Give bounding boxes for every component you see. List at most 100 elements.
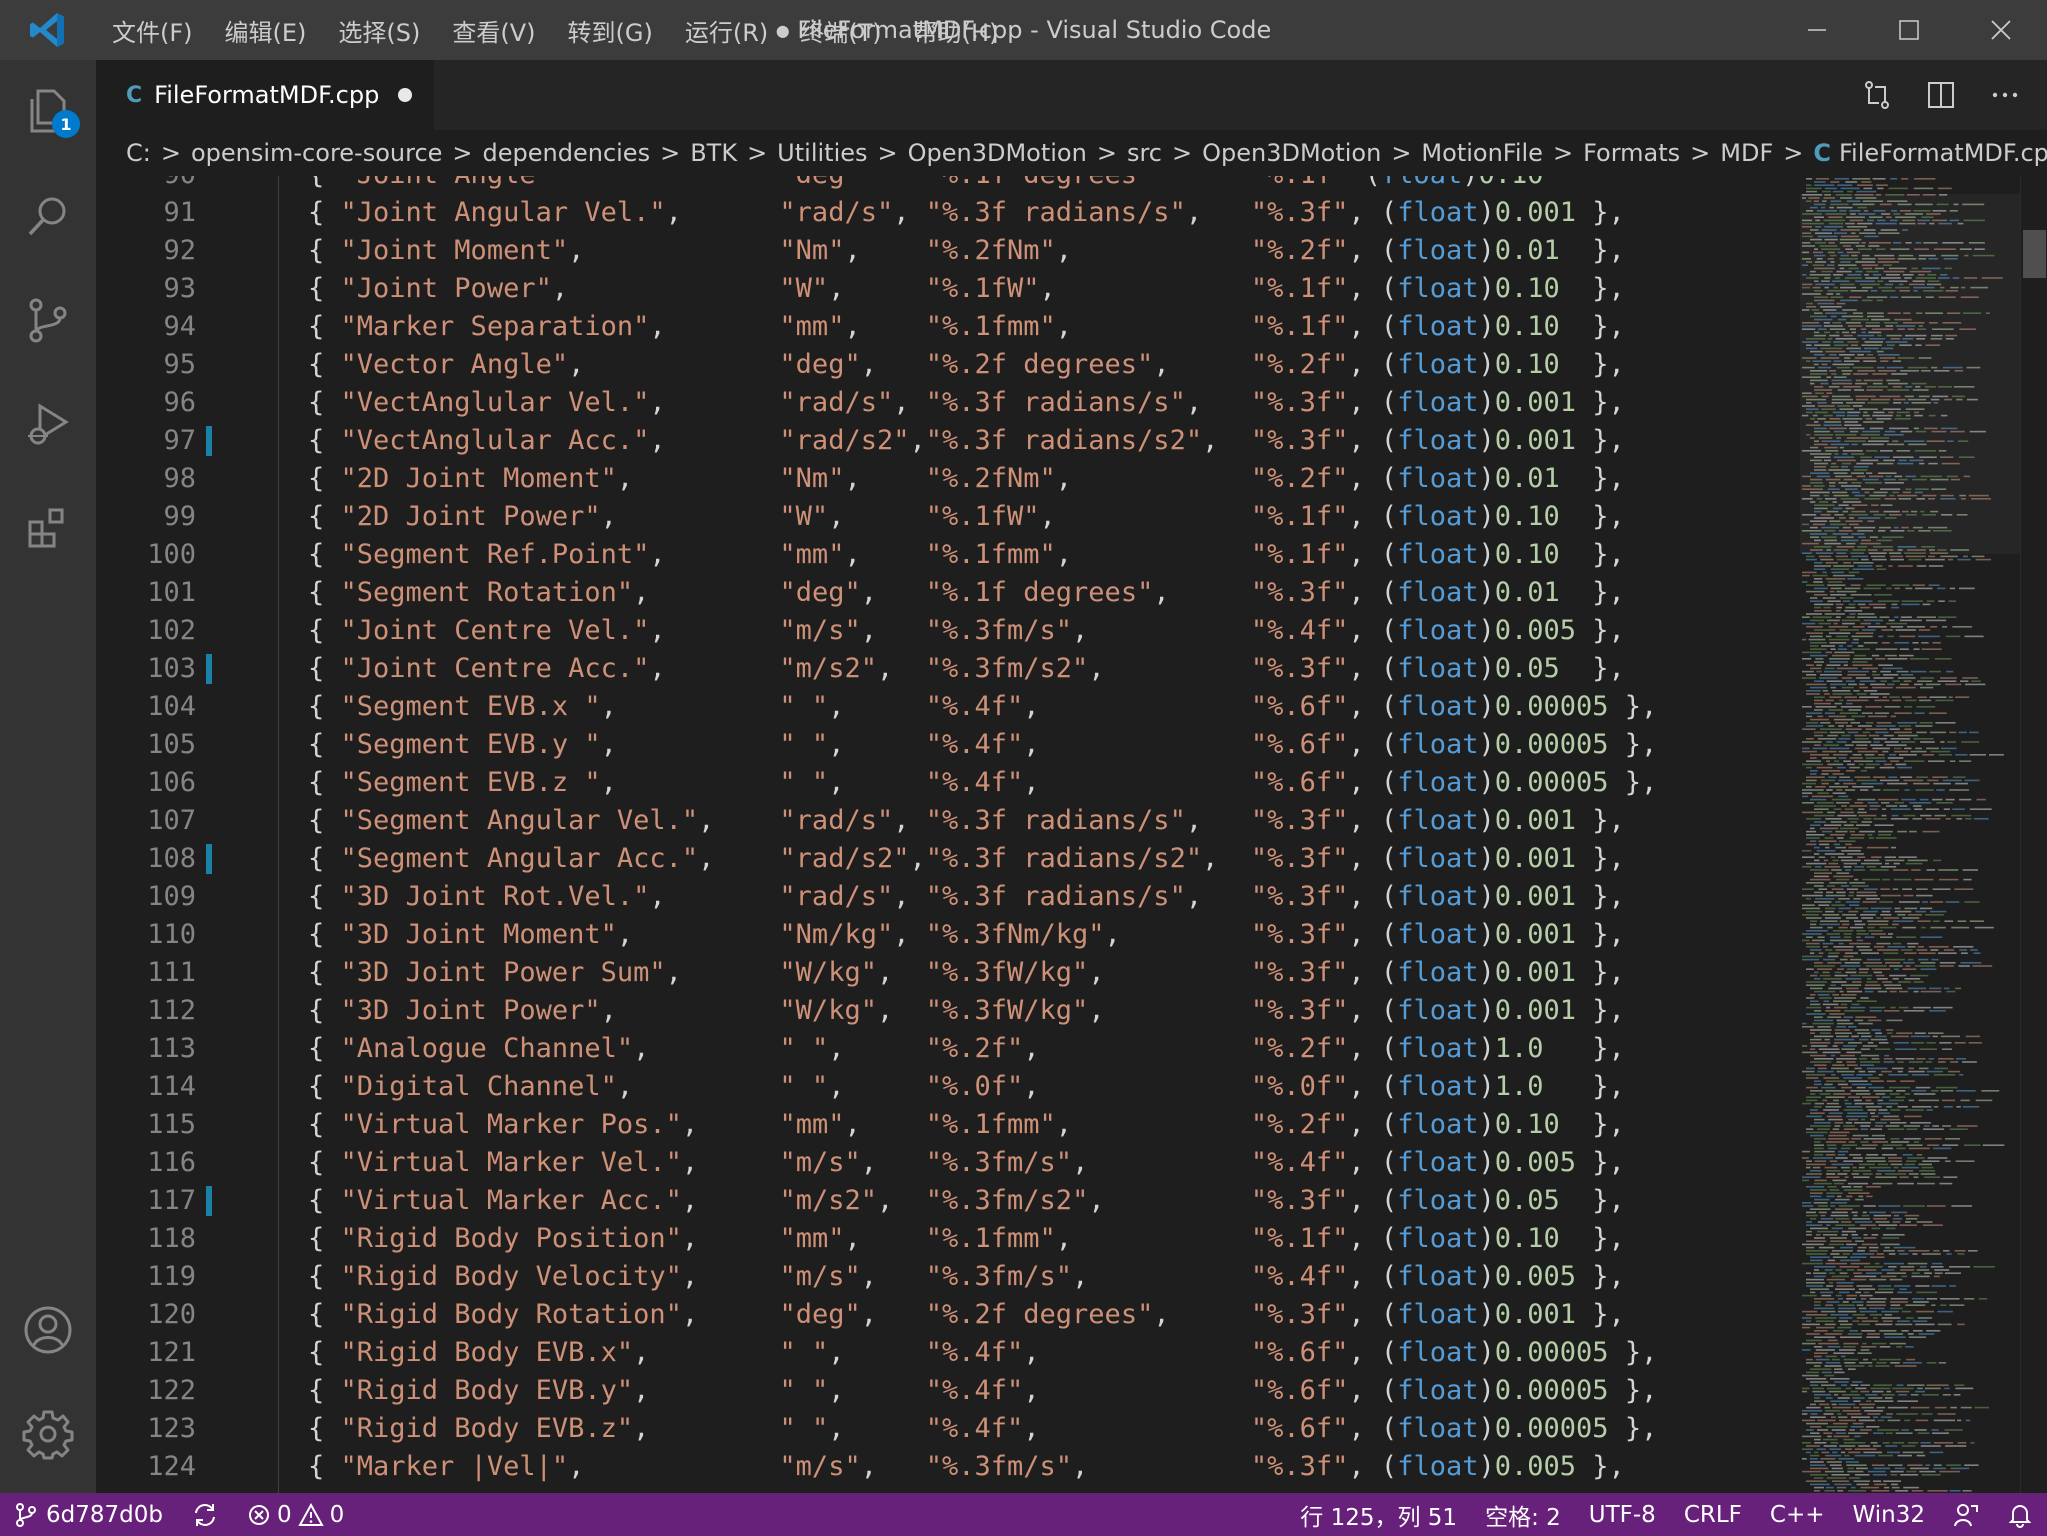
source-control-button[interactable] <box>0 268 96 372</box>
code-line[interactable]: 93 { "Joint Power", "W", "%.1fW", "%.1f",… <box>96 270 1800 308</box>
code-line[interactable]: 97{ "VectAnglular Acc.", "rad/s2","%.3f … <box>96 422 1800 460</box>
code-line[interactable]: 109 { "3D Joint Rot.Vel.", "rad/s", "%.3f… <box>96 878 1800 916</box>
field-format-short: "%.3f" <box>1250 805 1349 836</box>
problems-status[interactable]: 0 0 <box>233 1493 358 1536</box>
code-line[interactable]: 91 { "Joint Angular Vel.", "rad/s", "%.3f… <box>96 194 1800 232</box>
split-editor-button[interactable] <box>1909 60 1973 130</box>
code-line[interactable]: 92 { "Joint Moment", "Nm", "%.2fNm", "%.2… <box>96 232 1800 270</box>
breadcrumb-item[interactable]: dependencies <box>483 139 651 167</box>
unsaved-dot-icon[interactable] <box>398 88 412 102</box>
breadcrumb-item[interactable]: BTK <box>690 139 737 167</box>
code-line[interactable]: 90 { "Joint Angle" "deg" "%.1f degrees" "… <box>96 176 1800 194</box>
breadcrumb-item[interactable]: C: <box>126 139 151 167</box>
more-actions-button[interactable] <box>1973 60 2037 130</box>
code-line[interactable]: 110 { "3D Joint Moment", "Nm/kg", "%.3fNm… <box>96 916 1800 954</box>
code-line[interactable]: 103 { "Joint Centre Acc.", "m/s2", "%.3fm… <box>96 650 1800 688</box>
notifications-button[interactable] <box>1993 1493 2047 1536</box>
field-format-short: "%.6f" <box>1250 691 1349 722</box>
search-button[interactable] <box>0 164 96 268</box>
menu-view[interactable]: 查看(V) <box>436 0 551 60</box>
feedback-button[interactable] <box>1939 1493 1993 1536</box>
breadcrumb-item[interactable]: MDF <box>1720 139 1773 167</box>
code-line[interactable]: 111 { "3D Joint Power Sum", "W/kg", "%.3f… <box>96 954 1800 992</box>
open-changes-button[interactable] <box>1845 60 1909 130</box>
maximize-button[interactable] <box>1863 0 1955 60</box>
code-line[interactable]: 117 { "Virtual Marker Acc.", "m/s2", "%.3… <box>96 1182 1800 1220</box>
menu-run[interactable]: 运行(R) <box>669 0 784 60</box>
menu-go[interactable]: 转到(G) <box>552 0 669 60</box>
code-line[interactable]: 108{ "Segment Angular Acc.", "rad/s2","%… <box>96 840 1800 878</box>
code-line[interactable]: 112 { "3D Joint Power", "W/kg", "%.3fW/kg… <box>96 992 1800 1030</box>
modified-line-marker[interactable] <box>206 654 212 684</box>
punct: ) <box>1478 653 1495 684</box>
modified-line-marker[interactable] <box>206 1186 212 1216</box>
code-line[interactable]: 102 { "Joint Centre Vel.", "m/s", "%.3fm/… <box>96 612 1800 650</box>
extensions-button[interactable] <box>0 476 96 580</box>
cpp-file-icon: C <box>1813 139 1831 167</box>
sync-button[interactable] <box>177 1493 233 1536</box>
settings-button[interactable] <box>0 1382 96 1486</box>
code-line[interactable]: 107 { "Segment Angular Vel.", "rad/s", "%… <box>96 802 1800 840</box>
breadcrumb-item[interactable]: FileFormatMDF.cpp <box>1839 139 2047 167</box>
breadcrumb-item[interactable]: Formats <box>1583 139 1680 167</box>
code-line[interactable]: 118 { "Rigid Body Position", "mm", "%.1fm… <box>96 1220 1800 1258</box>
code-line[interactable]: 114 { "Digital Channel", " ", "%.0f", "%.… <box>96 1068 1800 1106</box>
code-line[interactable]: 106 { "Segment EVB.z ", " ", "%.4f", "%.6… <box>96 764 1800 802</box>
breadcrumb-item[interactable]: Open3DMotion <box>1202 139 1381 167</box>
scrollbar-thumb[interactable] <box>2023 230 2046 278</box>
end-of-line[interactable]: CRLF <box>1670 1493 1756 1536</box>
menu-help[interactable]: 帮助(H) <box>898 0 1015 60</box>
file-encoding[interactable]: UTF-8 <box>1575 1493 1670 1536</box>
vertical-scrollbar[interactable] <box>2020 176 2047 1493</box>
menu-edit[interactable]: 编辑(E) <box>209 0 323 60</box>
code-line[interactable]: 119 { "Rigid Body Velocity", "m/s", "%.3f… <box>96 1258 1800 1296</box>
field-format-short: "%.4f" <box>1250 1261 1349 1292</box>
code-line[interactable]: 104 { "Segment EVB.x ", " ", "%.4f", "%.6… <box>96 688 1800 726</box>
field-unit: " " <box>779 767 829 798</box>
modified-line-marker[interactable] <box>206 844 212 874</box>
language-mode[interactable]: C++ <box>1756 1493 1839 1536</box>
minimap[interactable] <box>1800 176 2020 1493</box>
code-line[interactable]: 105 { "Segment EVB.y ", " ", "%.4f", "%.6… <box>96 726 1800 764</box>
code-editor[interactable]: 90 { "Joint Angle" "deg" "%.1f degrees" "… <box>96 176 1800 1493</box>
code-line[interactable]: 122 { "Rigid Body EVB.y", " ", "%.4f", "%… <box>96 1372 1800 1410</box>
code-line[interactable]: 96 { "VectAnglular Vel.", "rad/s", "%.3f … <box>96 384 1800 422</box>
breadcrumb-item[interactable]: src <box>1127 139 1162 167</box>
punct: , ( <box>1348 501 1398 532</box>
accounts-button[interactable] <box>0 1278 96 1382</box>
menu-file[interactable]: 文件(F) <box>96 0 209 60</box>
punct: , <box>681 1261 780 1292</box>
explorer-button[interactable]: 1 <box>0 60 96 164</box>
code-line[interactable]: 120 { "Rigid Body Rotation", "deg", "%.2f… <box>96 1296 1800 1334</box>
git-branch-icon <box>16 1502 36 1527</box>
tab-fileformatmdf-cpp[interactable]: C FileFormatMDF.cpp <box>96 60 434 130</box>
code-line[interactable]: 101 { "Segment Rotation", "deg", "%.1f de… <box>96 574 1800 612</box>
code-line[interactable]: 94 { "Marker Separation", "mm", "%.1fmm",… <box>96 308 1800 346</box>
breadcrumb-item[interactable]: Utilities <box>777 139 867 167</box>
menu-selection[interactable]: 选择(S) <box>322 0 436 60</box>
minimize-button[interactable] <box>1771 0 1863 60</box>
modified-line-marker[interactable] <box>206 426 212 456</box>
run-debug-button[interactable] <box>0 372 96 476</box>
code-line[interactable]: 113 { "Analogue Channel", " ", "%.2f", "%… <box>96 1030 1800 1068</box>
code-line[interactable]: 124 { "Marker |Vel|", "m/s", "%.3fm/s", "… <box>96 1448 1800 1486</box>
code-line[interactable]: 99 { "2D Joint Power", "W", "%.1fW", "%.1… <box>96 498 1800 536</box>
code-line[interactable]: 123 { "Rigid Body EVB.z", " ", "%.4f", "%… <box>96 1410 1800 1448</box>
menu-terminal[interactable]: 终端(T) <box>784 0 897 60</box>
code-line[interactable]: 116 { "Virtual Marker Vel.", "m/s", "%.3f… <box>96 1144 1800 1182</box>
code-line[interactable]: 98 { "2D Joint Moment", "Nm", "%.2fNm", "… <box>96 460 1800 498</box>
float-keyword: float <box>1397 843 1479 874</box>
breadcrumb-item[interactable]: opensim-core-source <box>191 139 442 167</box>
branch-status[interactable]: 6d787d0b <box>0 1493 177 1536</box>
breadcrumb-item[interactable]: MotionFile <box>1421 139 1543 167</box>
brace-open: { <box>308 1337 341 1368</box>
code-line[interactable]: 95 { "Vector Angle", "deg", "%.2f degrees… <box>96 346 1800 384</box>
code-line[interactable]: 100 { "Segment Ref.Point", "mm", "%.1fmm"… <box>96 536 1800 574</box>
indentation[interactable]: 空格: 2 <box>1471 1493 1575 1536</box>
code-line[interactable]: 115 { "Virtual Marker Pos.", "mm", "%.1fm… <box>96 1106 1800 1144</box>
cursor-position[interactable]: 行 125，列 51 <box>1286 1493 1471 1536</box>
close-button[interactable] <box>1955 0 2047 60</box>
breadcrumb-item[interactable]: Open3DMotion <box>908 139 1087 167</box>
platform-config[interactable]: Win32 <box>1839 1493 1939 1536</box>
code-line[interactable]: 121 { "Rigid Body EVB.x", " ", "%.4f", "%… <box>96 1334 1800 1372</box>
